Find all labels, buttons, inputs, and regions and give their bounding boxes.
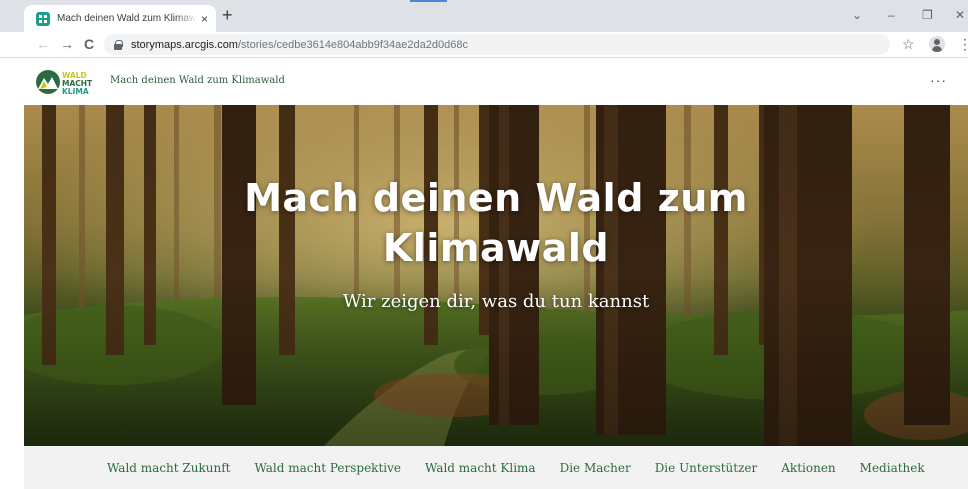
story-header-title: Mach deinen Wald zum Klimawald <box>110 75 285 86</box>
address-bar[interactable]: storymaps.arcgis.com/stories/cedbe3614e8… <box>104 34 890 55</box>
browser-toolbar: ← → C storymaps.arcgis.com/stories/cedbe… <box>0 32 968 58</box>
hero-title-line-2: Klimawald <box>382 226 610 270</box>
tab-drop-indicator <box>410 0 447 2</box>
nav-link-mediathek[interactable]: Mediathek <box>860 461 925 475</box>
tab-close-icon[interactable]: × <box>201 13 208 25</box>
hero-title: Mach deinen Wald zum Klimawald <box>24 173 968 273</box>
storymaps-favicon-icon <box>36 11 50 26</box>
maximize-button[interactable]: ❐ <box>922 8 933 22</box>
tab-title: Mach deinen Wald zum Klimawald <box>57 13 197 24</box>
story-header: WALD MACHT KLIMA Mach deinen Wald zum Kl… <box>24 58 968 105</box>
logo-line-klima: KLIMA <box>62 87 89 95</box>
forward-button[interactable]: → <box>60 36 74 52</box>
wald-macht-klima-logo[interactable]: WALD MACHT KLIMA <box>35 69 99 95</box>
hero-banner: Mach deinen Wald zum Klimawald Wir zeige… <box>24 105 968 446</box>
url-host: storymaps.arcgis.com <box>131 38 238 51</box>
new-tab-button[interactable]: + <box>222 6 233 24</box>
browser-tab[interactable]: Mach deinen Wald zum Klimawald × <box>24 5 216 32</box>
nav-link-aktionen[interactable]: Aktionen <box>781 461 835 475</box>
profile-avatar-icon[interactable] <box>929 36 945 52</box>
more-options-icon[interactable]: ··· <box>930 72 947 88</box>
close-window-button[interactable]: ✕ <box>955 8 965 22</box>
story-navigation: Wald macht Zukunft Wald macht Perspektiv… <box>24 446 968 489</box>
hero-subtitle: Wir zeigen dir, was du tun kannst <box>342 291 650 312</box>
back-button[interactable]: ← <box>36 36 50 52</box>
bookmark-star-icon[interactable]: ☆ <box>902 36 915 52</box>
browser-tab-strip: Mach deinen Wald zum Klimawald × + ⌄ – ❐… <box>0 0 968 32</box>
tab-search-icon[interactable]: ⌄ <box>852 8 862 22</box>
browser-menu-icon[interactable]: ⋮ <box>958 36 968 52</box>
nav-link-wald-macht-zukunft[interactable]: Wald macht Zukunft <box>107 461 230 475</box>
reload-button[interactable]: C <box>84 36 94 52</box>
lock-icon[interactable] <box>114 39 123 50</box>
hero-title-line-1: Mach deinen Wald zum <box>244 176 748 220</box>
forest-background-image <box>24 105 968 446</box>
nav-link-wald-macht-perspektive[interactable]: Wald macht Perspektive <box>254 461 401 475</box>
url-text[interactable]: storymaps.arcgis.com/stories/cedbe3614e8… <box>131 39 468 51</box>
nav-link-die-unterstuetzer[interactable]: Die Unterstützer <box>655 461 758 475</box>
nav-link-wald-macht-klima[interactable]: Wald macht Klima <box>425 461 536 475</box>
url-path: /stories/cedbe3614e804abb9f34ae2da2d0d68… <box>237 38 468 51</box>
nav-link-die-macher[interactable]: Die Macher <box>560 461 631 475</box>
minimize-button[interactable]: – <box>888 8 895 22</box>
